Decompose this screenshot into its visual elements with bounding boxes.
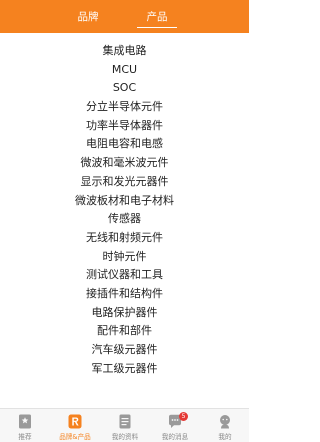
tabbar-item-brand-product[interactable]: 品牌&产品 <box>50 409 100 442</box>
tab-product[interactable]: 产品 <box>135 0 179 33</box>
message-count-badge: 5 <box>179 412 188 421</box>
tabbar-item-my-docs[interactable]: 我的资料 <box>100 409 150 442</box>
category-item-test[interactable]: 测试仪器和工具 <box>0 266 249 285</box>
active-tab-indicator <box>137 27 177 28</box>
category-item-mcu[interactable]: MCU <box>0 61 249 80</box>
category-item-sensor[interactable]: 传感器 <box>0 210 249 229</box>
category-item-military[interactable]: 军工级元器件 <box>0 360 249 379</box>
bookmark-icon <box>19 414 31 429</box>
document-icon <box>119 414 131 429</box>
category-item-clock[interactable]: 时钟元件 <box>0 248 249 267</box>
tabbar-label-brand-product: 品牌&产品 <box>59 433 91 441</box>
tabbar-item-messages[interactable]: 5 我的消息 <box>150 409 200 442</box>
tabbar-item-recommend[interactable]: 推荐 <box>0 409 50 442</box>
category-list: 集成电路 MCU SOC 分立半导体元件 功率半导体器件 电阻电容和电感 微波和… <box>0 42 249 378</box>
category-item-microwave[interactable]: 微波和毫米波元件 <box>0 154 249 173</box>
tabbar-label-me: 我的 <box>218 433 232 441</box>
r-logo-icon <box>68 414 82 429</box>
category-item-protection[interactable]: 电路保护器件 <box>0 304 249 323</box>
category-item-display[interactable]: 显示和发光元器件 <box>0 173 249 192</box>
category-item-passive[interactable]: 电阻电容和电感 <box>0 135 249 154</box>
tabbar-label-recommend: 推荐 <box>18 433 32 441</box>
category-item-automotive[interactable]: 汽车级元器件 <box>0 341 249 360</box>
tabbar-label-my-docs: 我的资料 <box>111 433 139 441</box>
category-item-soc[interactable]: SOC <box>0 79 249 98</box>
category-item-materials[interactable]: 微波板材和电子材料 <box>0 192 249 211</box>
person-icon <box>220 415 230 429</box>
top-header: 品牌 产品 <box>0 0 249 33</box>
category-item-connector[interactable]: 接插件和结构件 <box>0 285 249 304</box>
category-item-power[interactable]: 功率半导体器件 <box>0 117 249 136</box>
category-item-discrete[interactable]: 分立半导体元件 <box>0 98 249 117</box>
bottom-tab-bar: 推荐 品牌&产品 我的资料 5 我的消息 我的 <box>0 408 249 442</box>
tabbar-label-messages: 我的消息 <box>161 433 189 441</box>
tabbar-item-me[interactable]: 我的 <box>200 409 250 442</box>
category-item-ic[interactable]: 集成电路 <box>0 42 249 61</box>
category-item-accessories[interactable]: 配件和部件 <box>0 322 249 341</box>
tab-brand[interactable]: 品牌 <box>62 0 114 33</box>
category-item-rf[interactable]: 无线和射频元件 <box>0 229 249 248</box>
